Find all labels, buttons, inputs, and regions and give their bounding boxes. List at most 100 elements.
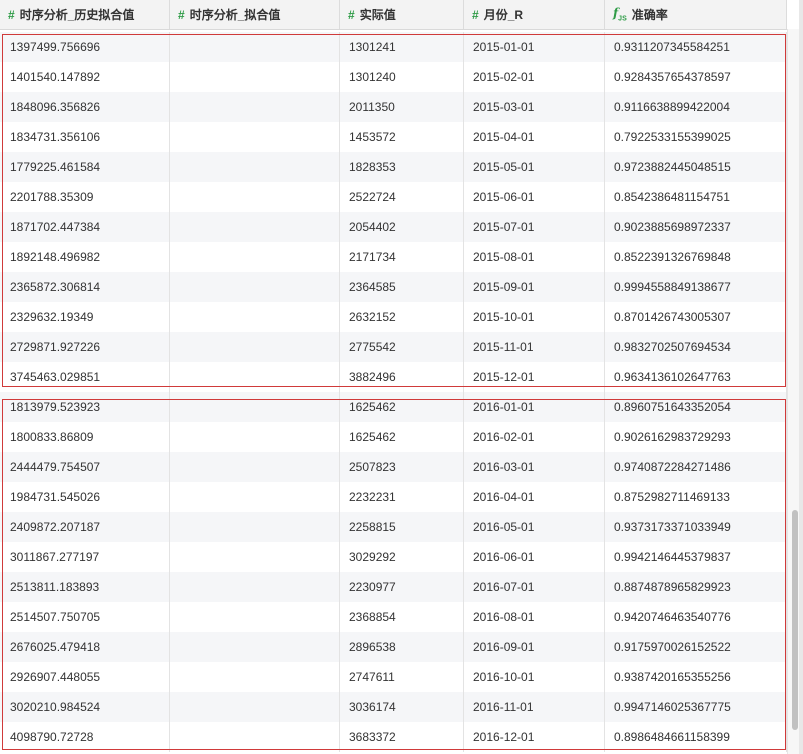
table-row[interactable]: 2201788.35309 2522724 2015-06-01 0.85423864… (0, 182, 787, 212)
table-row[interactable]: 1871702.447384 2054402 2015-07-01 0.9023885… (0, 212, 787, 242)
table-row[interactable]: 4098790.72728 3683372 2016-12-01 0.89864846… (0, 722, 787, 752)
cell-month[interactable]: 2015-12-01 (464, 362, 605, 392)
cell-fit-history[interactable]: 2513811.183893 (0, 572, 170, 602)
cell-actual[interactable]: 1453572 (340, 122, 464, 152)
cell-fit-history[interactable]: 2329632.19349 (0, 302, 170, 332)
cell-fit-value[interactable] (170, 572, 340, 602)
table-row[interactable]: 1813979.523923 1625462 2016-01-01 0.8960751… (0, 392, 787, 422)
cell-accuracy[interactable]: 0.8874878965829923 (605, 572, 787, 602)
cell-actual[interactable]: 2171734 (340, 242, 464, 272)
cell-accuracy[interactable]: 0.8522391326769848 (605, 242, 787, 272)
cell-month[interactable]: 2016-09-01 (464, 632, 605, 662)
table-row[interactable]: 1848096.356826 2011350 2015-03-01 0.9116638… (0, 92, 787, 122)
column-header-fit-history[interactable]: # 时序分析_历史拟合值 (0, 0, 170, 29)
cell-accuracy[interactable]: 0.8701426743005307 (605, 302, 787, 332)
cell-month[interactable]: 2016-11-01 (464, 692, 605, 722)
cell-month[interactable]: 2015-03-01 (464, 92, 605, 122)
cell-actual[interactable]: 3029292 (340, 542, 464, 572)
cell-fit-value[interactable] (170, 32, 340, 62)
cell-accuracy[interactable]: 0.9387420165355256 (605, 662, 787, 692)
table-row[interactable]: 2514507.750705 2368854 2016-08-01 0.9420746… (0, 602, 787, 632)
cell-month[interactable]: 2015-06-01 (464, 182, 605, 212)
cell-fit-value[interactable] (170, 692, 340, 722)
cell-accuracy[interactable]: 0.9947146025367775 (605, 692, 787, 722)
cell-fit-history[interactable]: 3020210.984524 (0, 692, 170, 722)
table-row[interactable]: 1984731.545026 2232231 2016-04-01 0.8752982… (0, 482, 787, 512)
cell-accuracy[interactable]: 0.9832702507694534 (605, 332, 787, 362)
cell-fit-value[interactable] (170, 722, 340, 752)
cell-actual[interactable]: 2747611 (340, 662, 464, 692)
table-row[interactable]: 2676025.479418 2896538 2016-09-01 0.9175970… (0, 632, 787, 662)
cell-accuracy[interactable]: 0.9311207345584251 (605, 32, 787, 62)
cell-accuracy[interactable]: 0.9420746463540776 (605, 602, 787, 632)
cell-fit-value[interactable] (170, 212, 340, 242)
cell-fit-value[interactable] (170, 242, 340, 272)
cell-fit-history[interactable]: 2409872.207187 (0, 512, 170, 542)
cell-fit-history[interactable]: 2729871.927226 (0, 332, 170, 362)
cell-fit-history[interactable]: 2201788.35309 (0, 182, 170, 212)
column-header-fit-value[interactable]: # 时序分析_拟合值 (170, 0, 340, 29)
cell-month[interactable]: 2016-12-01 (464, 722, 605, 752)
cell-month[interactable]: 2015-07-01 (464, 212, 605, 242)
cell-month[interactable]: 2016-04-01 (464, 482, 605, 512)
cell-fit-history[interactable]: 1813979.523923 (0, 392, 170, 422)
cell-fit-value[interactable] (170, 392, 340, 422)
column-header-accuracy[interactable]: fJS 准确率 (605, 0, 787, 29)
cell-fit-history[interactable]: 1892148.496982 (0, 242, 170, 272)
cell-fit-value[interactable] (170, 122, 340, 152)
cell-fit-value[interactable] (170, 62, 340, 92)
cell-actual[interactable]: 2775542 (340, 332, 464, 362)
cell-fit-history[interactable]: 1834731.356106 (0, 122, 170, 152)
cell-month[interactable]: 2016-05-01 (464, 512, 605, 542)
cell-accuracy[interactable]: 0.8752982711469133 (605, 482, 787, 512)
cell-accuracy[interactable]: 0.9284357654378597 (605, 62, 787, 92)
cell-fit-history[interactable]: 3745463.029851 (0, 362, 170, 392)
cell-fit-history[interactable]: 1984731.545026 (0, 482, 170, 512)
cell-month[interactable]: 2015-10-01 (464, 302, 605, 332)
cell-month[interactable]: 2015-01-01 (464, 32, 605, 62)
cell-accuracy[interactable]: 0.9175970026152522 (605, 632, 787, 662)
table-row[interactable]: 3745463.029851 3882496 2015-12-01 0.9634136… (0, 362, 787, 392)
cell-fit-history[interactable]: 2444479.754507 (0, 452, 170, 482)
cell-actual[interactable]: 2364585 (340, 272, 464, 302)
cell-actual[interactable]: 2232231 (340, 482, 464, 512)
cell-actual[interactable]: 2054402 (340, 212, 464, 242)
cell-accuracy[interactable]: 0.9023885698972337 (605, 212, 787, 242)
cell-month[interactable]: 2016-01-01 (464, 392, 605, 422)
cell-fit-value[interactable] (170, 272, 340, 302)
scrollbar-thumb[interactable] (792, 510, 798, 730)
cell-fit-history[interactable]: 1800833.86809 (0, 422, 170, 452)
column-header-month[interactable]: # 月份_R (464, 0, 605, 29)
table-row[interactable]: 3011867.277197 3029292 2016-06-01 0.9942146… (0, 542, 787, 572)
cell-fit-value[interactable] (170, 422, 340, 452)
cell-accuracy[interactable]: 0.9116638899422004 (605, 92, 787, 122)
cell-month[interactable]: 2016-02-01 (464, 422, 605, 452)
cell-actual[interactable]: 1625462 (340, 392, 464, 422)
cell-fit-value[interactable] (170, 302, 340, 332)
column-header-actual[interactable]: # 实际值 (340, 0, 464, 29)
cell-accuracy[interactable]: 0.9634136102647763 (605, 362, 787, 392)
cell-actual[interactable]: 1625462 (340, 422, 464, 452)
cell-accuracy[interactable]: 0.9994558849138677 (605, 272, 787, 302)
cell-fit-value[interactable] (170, 362, 340, 392)
table-row[interactable]: 2513811.183893 2230977 2016-07-01 0.8874878… (0, 572, 787, 602)
cell-fit-history[interactable]: 2926907.448055 (0, 662, 170, 692)
cell-fit-history[interactable]: 2514507.750705 (0, 602, 170, 632)
cell-actual[interactable]: 2522724 (340, 182, 464, 212)
cell-month[interactable]: 2016-08-01 (464, 602, 605, 632)
cell-fit-value[interactable] (170, 92, 340, 122)
cell-fit-history[interactable]: 1848096.356826 (0, 92, 170, 122)
table-row[interactable]: 1401540.147892 1301240 2015-02-01 0.9284357… (0, 62, 787, 92)
cell-accuracy[interactable]: 0.8542386481154751 (605, 182, 787, 212)
cell-fit-value[interactable] (170, 602, 340, 632)
cell-month[interactable]: 2016-07-01 (464, 572, 605, 602)
cell-accuracy[interactable]: 0.9723882445048515 (605, 152, 787, 182)
cell-month[interactable]: 2015-09-01 (464, 272, 605, 302)
cell-month[interactable]: 2015-02-01 (464, 62, 605, 92)
cell-month[interactable]: 2015-11-01 (464, 332, 605, 362)
cell-actual[interactable]: 1301240 (340, 62, 464, 92)
cell-actual[interactable]: 2368854 (340, 602, 464, 632)
cell-fit-value[interactable] (170, 542, 340, 572)
table-row[interactable]: 1834731.356106 1453572 2015-04-01 0.7922533… (0, 122, 787, 152)
cell-month[interactable]: 2016-06-01 (464, 542, 605, 572)
